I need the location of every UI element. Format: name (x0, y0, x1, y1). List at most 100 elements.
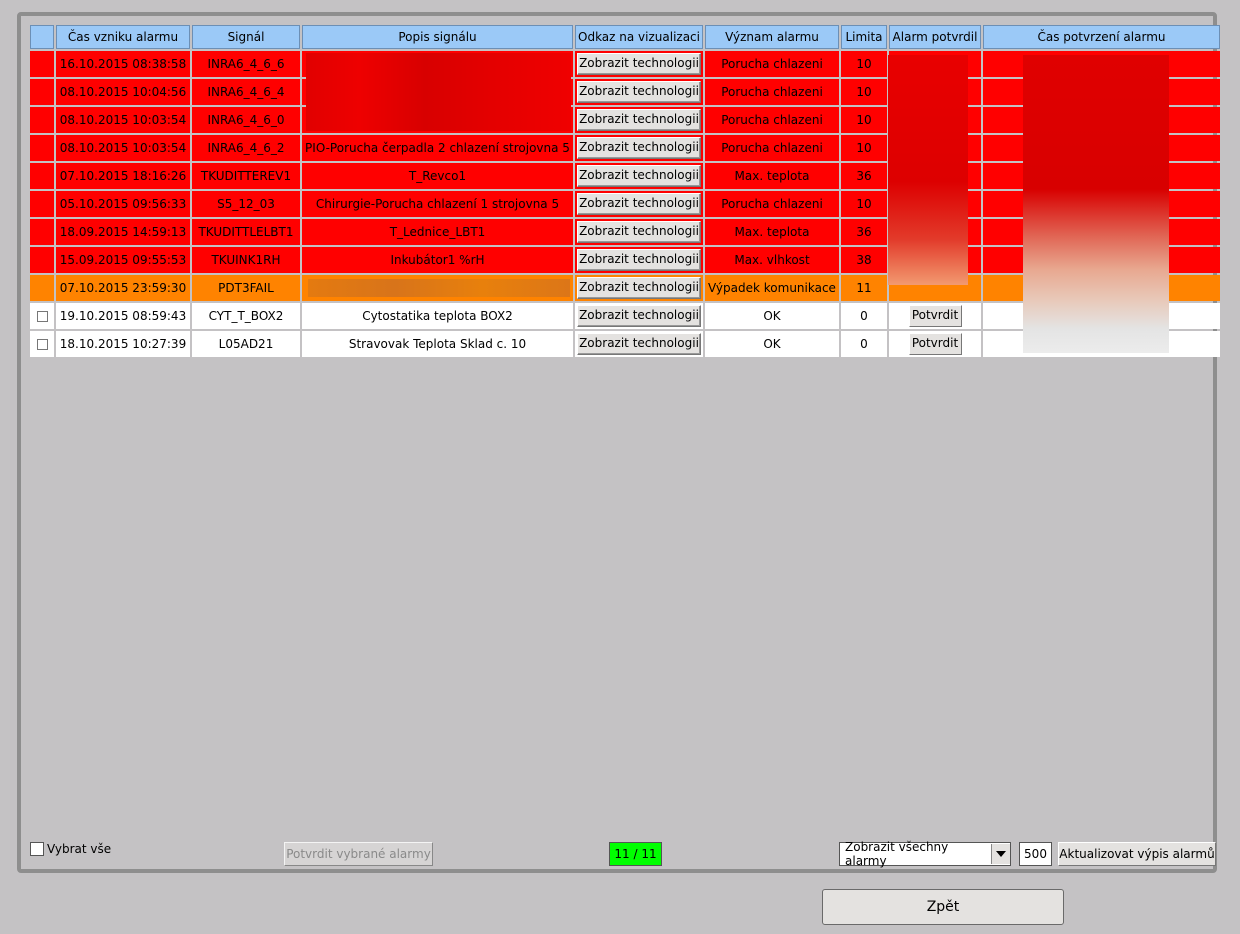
cell-desc: T_Lednice_LBT1 (302, 219, 573, 245)
cell-link: Zobrazit technologii (575, 135, 703, 161)
show-technology-button[interactable]: Zobrazit technologii (577, 333, 701, 355)
cell-meaning: OK (705, 331, 839, 357)
cell-meaning: Max. teplota (705, 163, 839, 189)
cell-time: 18.09.2015 14:59:13 (56, 219, 190, 245)
cell-desc (302, 107, 573, 133)
cell-link: Zobrazit technologii (575, 163, 703, 189)
show-technology-button[interactable]: Zobrazit technologii (577, 53, 701, 75)
cell-signal: CYT_T_BOX2 (192, 303, 300, 329)
col-confirmed-by[interactable]: Alarm potvrdil (889, 25, 981, 49)
cell-link: Zobrazit technologii (575, 247, 703, 273)
cell-signal: TKUDITTEREV1 (192, 163, 300, 189)
cell-limit: 10 (841, 79, 887, 105)
refresh-alarms-button[interactable]: Aktualizovat výpis alarmů (1058, 842, 1216, 866)
cell-select (30, 219, 54, 245)
col-alarm-time[interactable]: Čas vzniku alarmu (56, 25, 190, 49)
cell-signal: INRA6_4_6_4 (192, 79, 300, 105)
cell-limit: 10 (841, 191, 887, 217)
col-visualization-link[interactable]: Odkaz na vizualizaci (575, 25, 703, 49)
cell-desc (302, 79, 573, 105)
cell-time: 18.10.2015 10:27:39 (56, 331, 190, 357)
cell-signal: L05AD21 (192, 331, 300, 357)
cell-time: 16.10.2015 08:38:58 (56, 51, 190, 77)
select-all-label: Vybrat vše (47, 842, 112, 856)
show-technology-button[interactable]: Zobrazit technologii (577, 193, 701, 215)
confirm-alarm-button[interactable]: Potvrdit (908, 333, 962, 355)
cell-confirmed-by (889, 191, 981, 217)
cell-confirmed-by: Potvrdit (889, 331, 981, 357)
cell-signal: S5_12_03 (192, 191, 300, 217)
cell-confirm-time (983, 303, 1220, 329)
confirm-selected-button[interactable]: Potvrdit vybrané alarmy (284, 842, 433, 866)
table-header-row: Čas vzniku alarmu Signál Popis signálu O… (30, 25, 1220, 49)
show-technology-button[interactable]: Zobrazit technologii (577, 109, 701, 131)
cell-signal: TKUINK1RH (192, 247, 300, 273)
cell-time: 15.09.2015 09:55:53 (56, 247, 190, 273)
cell-desc: Cytostatika teplota BOX2 (302, 303, 573, 329)
cell-confirm-time (983, 191, 1220, 217)
cell-link: Zobrazit technologii (575, 191, 703, 217)
cell-link: Zobrazit technologii (575, 303, 703, 329)
cell-confirmed-by (889, 163, 981, 189)
cell-meaning: Max. teplota (705, 219, 839, 245)
cell-time: 07.10.2015 18:16:26 (56, 163, 190, 189)
cell-link: Zobrazit technologii (575, 51, 703, 77)
cell-confirm-time (983, 79, 1220, 105)
cell-select (30, 303, 54, 329)
cell-limit: 10 (841, 107, 887, 133)
cell-signal: PDT3FAIL (192, 275, 300, 301)
show-technology-button[interactable]: Zobrazit technologii (577, 81, 701, 103)
cell-meaning: Porucha chlazeni (705, 79, 839, 105)
col-signal-description[interactable]: Popis signálu (302, 25, 573, 49)
cell-select (30, 107, 54, 133)
cell-time: 08.10.2015 10:04:56 (56, 79, 190, 105)
cell-confirm-time (983, 331, 1220, 357)
col-alarm-meaning[interactable]: Význam alarmu (705, 25, 839, 49)
cell-time: 08.10.2015 10:03:54 (56, 135, 190, 161)
alarm-row: 15.09.2015 09:55:53 TKUINK1RH Inkubátor1 %… (30, 247, 1220, 273)
show-technology-button[interactable]: Zobrazit technologii (577, 249, 701, 271)
show-technology-button[interactable]: Zobrazit technologii (577, 277, 701, 299)
confirm-alarm-button[interactable]: Potvrdit (908, 305, 962, 327)
cell-time: 05.10.2015 09:56:33 (56, 191, 190, 217)
col-limit[interactable]: Limita (841, 25, 887, 49)
back-button[interactable]: Zpět (822, 889, 1064, 925)
cell-confirm-time (983, 247, 1220, 273)
cell-limit: 10 (841, 135, 887, 161)
alarm-filter-select[interactable]: Zobrazit všechny alarmy (839, 840, 1011, 868)
show-technology-button[interactable]: Zobrazit technologii (577, 165, 701, 187)
cell-desc: Inkubátor1 %rH (302, 247, 573, 273)
cell-limit: 10 (841, 51, 887, 77)
cell-desc (302, 51, 573, 77)
cell-confirm-time (983, 107, 1220, 133)
show-technology-button[interactable]: Zobrazit technologii (577, 137, 701, 159)
cell-confirmed-by (889, 247, 981, 273)
show-technology-button[interactable]: Zobrazit technologii (577, 221, 701, 243)
select-all-control[interactable]: Vybrat vše (30, 842, 111, 856)
row-limit-input[interactable]: 500 (1019, 842, 1052, 866)
cell-signal: TKUDITTLELBT1 (192, 219, 300, 245)
show-technology-button[interactable]: Zobrazit technologii (577, 305, 701, 327)
row-select-checkbox[interactable] (36, 311, 48, 322)
select-all-checkbox[interactable] (30, 842, 44, 856)
col-signal[interactable]: Signál (192, 25, 300, 49)
cell-desc (302, 275, 573, 301)
cell-confirmed-by (889, 135, 981, 161)
chevron-down-icon[interactable] (991, 844, 1010, 864)
cell-limit: 0 (841, 331, 887, 357)
cell-link: Zobrazit technologii (575, 331, 703, 357)
alarm-counter: 11 / 11 (609, 842, 662, 866)
cell-select (30, 51, 54, 77)
cell-desc: PIO-Porucha čerpadla 2 chlazení strojovn… (302, 135, 573, 161)
alarm-row: 05.10.2015 09:56:33 S5_12_03 Chirurgie-Por… (30, 191, 1220, 217)
cell-select (30, 247, 54, 273)
alarm-row: 18.10.2015 10:27:39 L05AD21 Stravovak Tepl… (30, 331, 1220, 357)
cell-confirm-time (983, 163, 1220, 189)
cell-meaning: Porucha chlazeni (705, 135, 839, 161)
row-select-checkbox[interactable] (36, 339, 48, 350)
cell-confirmed-by (889, 107, 981, 133)
cell-signal: INRA6_4_6_0 (192, 107, 300, 133)
cell-confirm-time (983, 51, 1220, 77)
col-confirm-time[interactable]: Čas potvrzení alarmu (983, 25, 1220, 49)
cell-desc: Chirurgie-Porucha chlazení 1 strojovna 5 (302, 191, 573, 217)
